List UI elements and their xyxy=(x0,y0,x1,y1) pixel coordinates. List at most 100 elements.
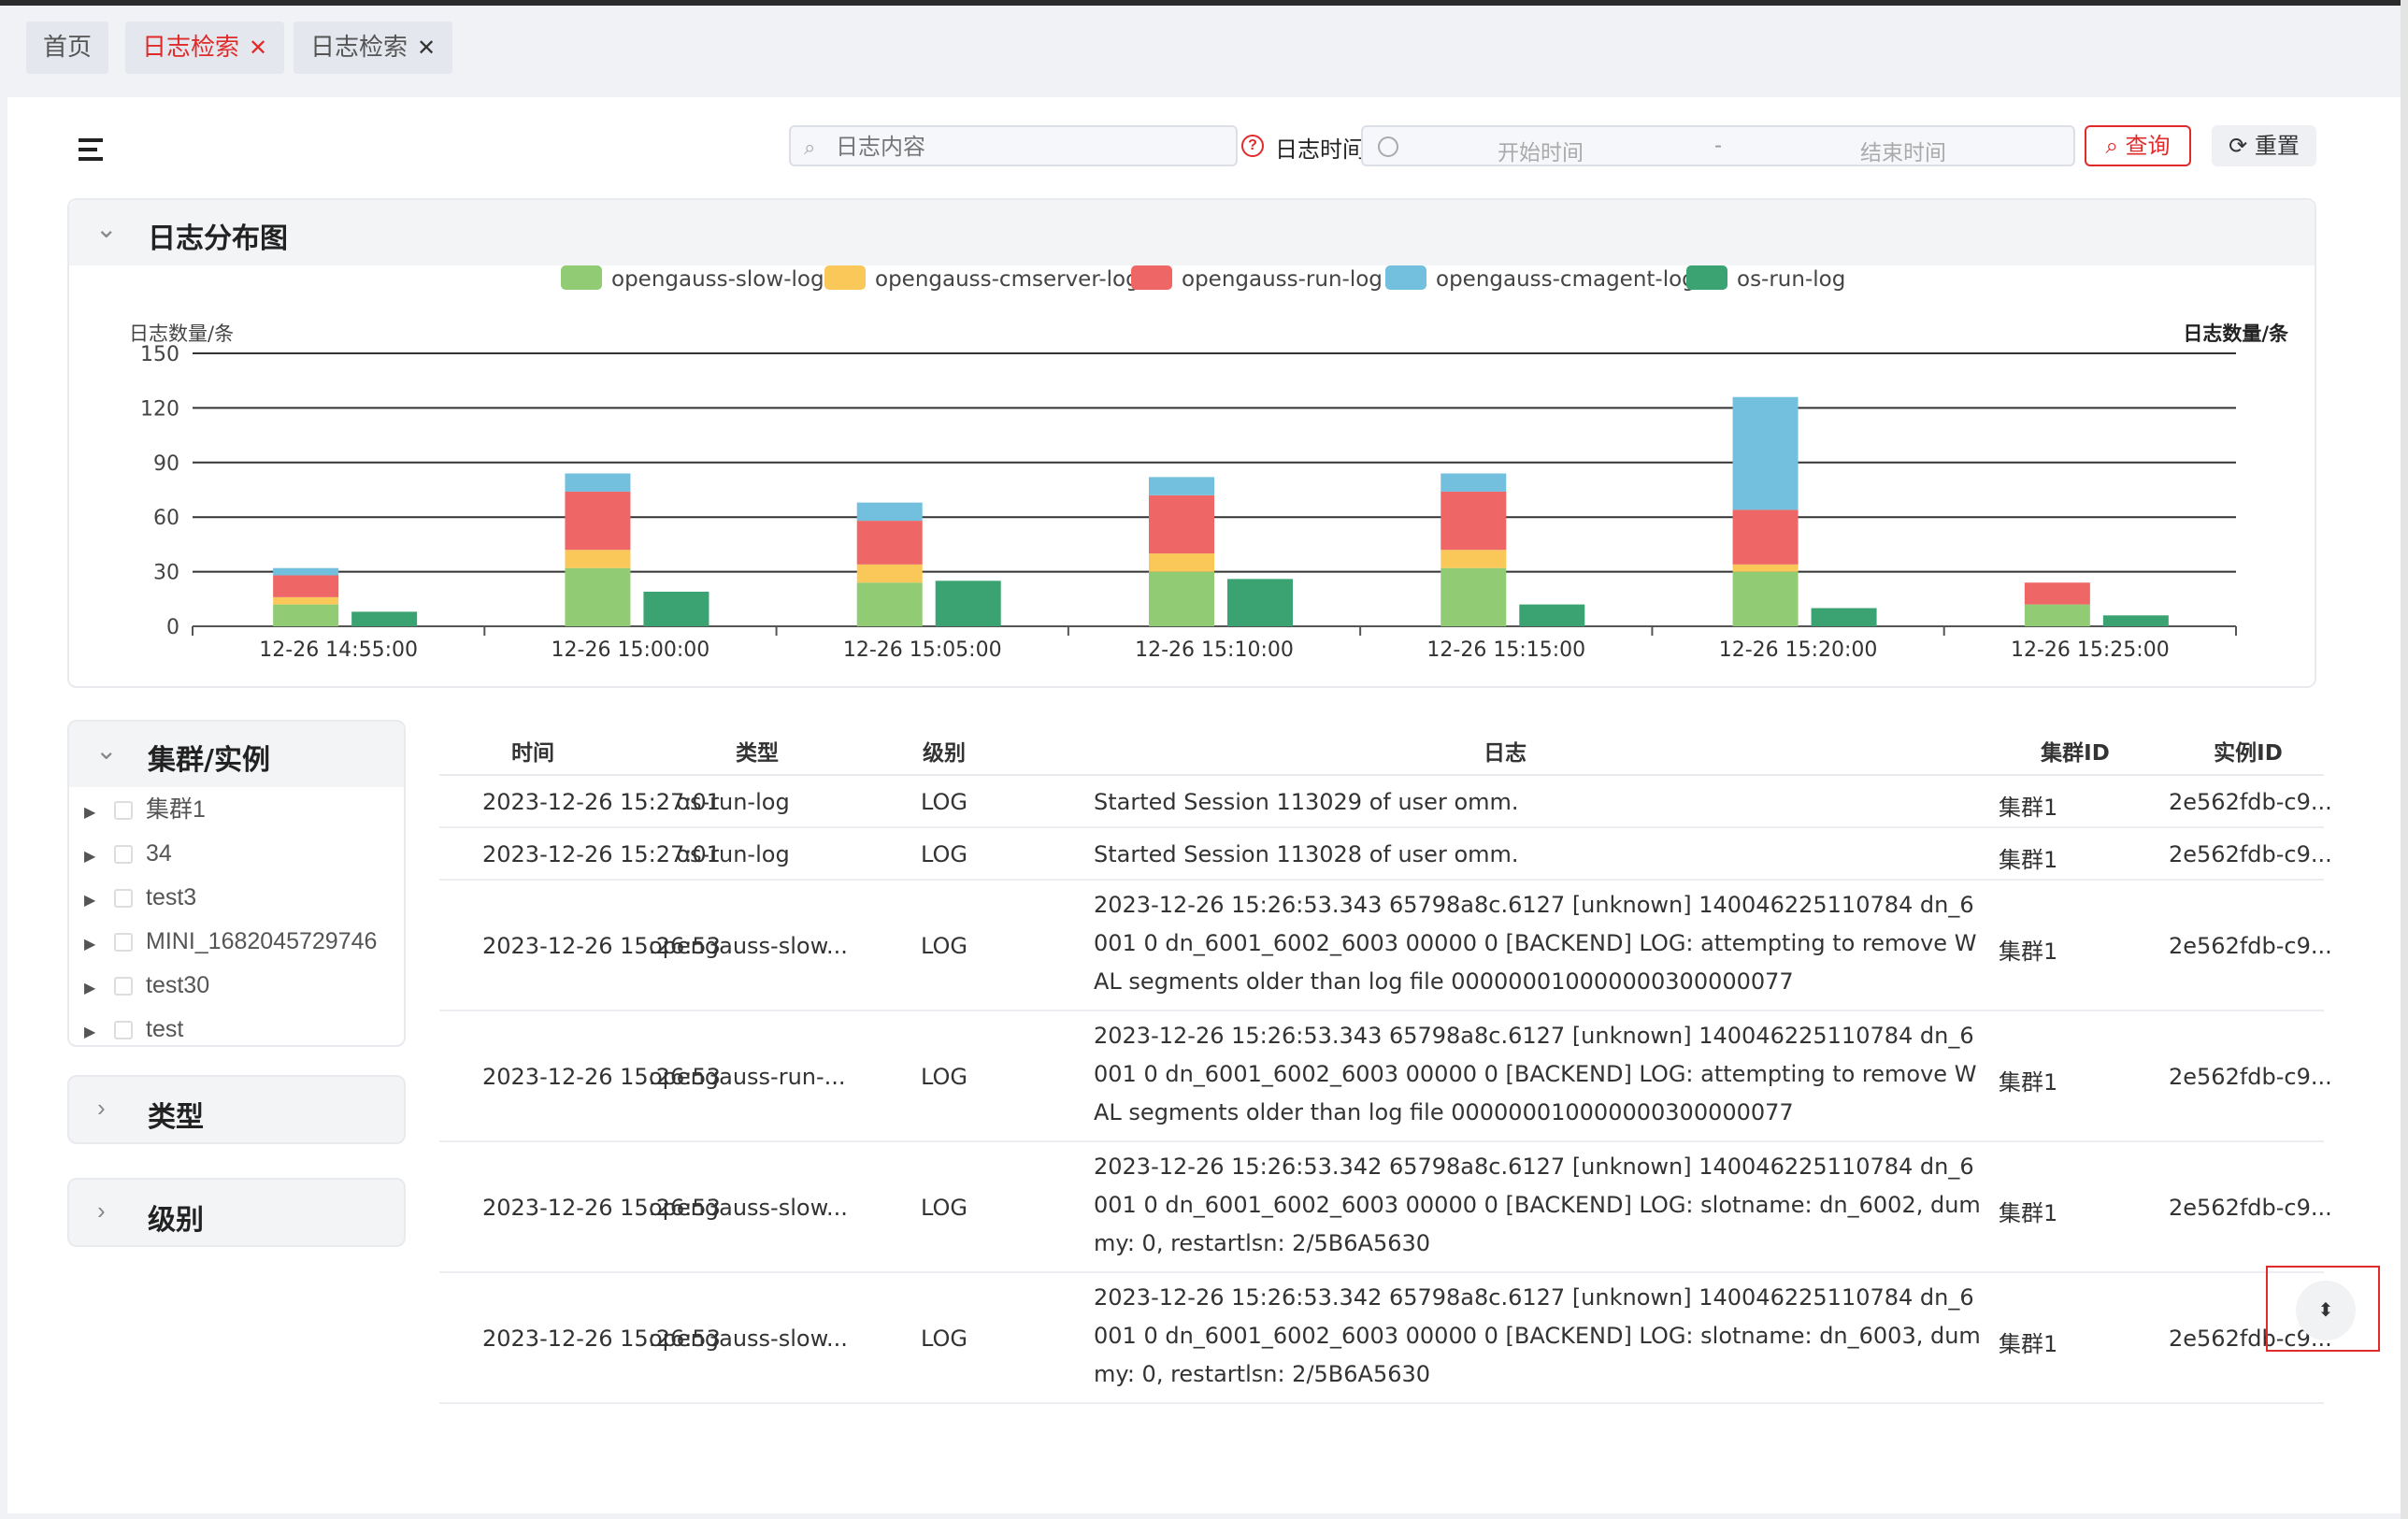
column-instance-id[interactable]: 实例ID xyxy=(2197,735,2300,767)
scrollbar[interactable] xyxy=(2401,0,2408,1519)
caret-right-icon[interactable]: ▶ xyxy=(84,882,105,920)
caret-right-icon[interactable]: ▶ xyxy=(84,838,105,876)
close-icon[interactable]: ✕ xyxy=(417,35,436,61)
table-row[interactable]: 2023-12-26 15:27:01 os-run-log LOG Started … xyxy=(439,828,2332,881)
query-button[interactable]: ⌕ 查询 xyxy=(2085,125,2191,166)
close-icon[interactable]: ✕ xyxy=(249,35,267,61)
search-input[interactable] xyxy=(836,133,1228,161)
checkbox[interactable] xyxy=(114,1021,133,1040)
search-icon: ⌕ xyxy=(2105,133,2118,159)
cell-instance-id[interactable]: 2e562fdb-c9... xyxy=(2169,1064,2332,1090)
table-row[interactable]: 2023-12-26 15:26:53 opengauss-run-... LOG 2… xyxy=(439,1011,2332,1142)
level-filter-panel[interactable]: › 级别 xyxy=(67,1178,406,1247)
column-time[interactable]: 时间 xyxy=(467,735,598,767)
query-button-label: 查询 xyxy=(2125,133,2171,159)
caret-right-icon[interactable]: ▶ xyxy=(84,1014,105,1045)
help-circle-icon[interactable]: ? xyxy=(1241,135,1264,157)
caret-right-icon[interactable]: ▶ xyxy=(84,970,105,1008)
checkbox[interactable] xyxy=(114,933,133,953)
tab-log-search-2[interactable]: 日志检索 ✕ xyxy=(294,21,453,74)
cell-instance-id[interactable]: 2e562fdb-c9... xyxy=(2169,841,2332,867)
tree-item[interactable]: ▶ MINI_1682045729746 xyxy=(84,923,377,960)
bar-segment xyxy=(1149,477,1214,495)
reset-button[interactable]: ⟳ 重置 xyxy=(2212,125,2316,166)
cell-type: opengauss-run-... xyxy=(439,1064,846,1090)
tree-item[interactable]: ▶ test xyxy=(84,1010,183,1045)
checkbox[interactable] xyxy=(114,801,133,821)
cell-log: Started Session 113028 of user omm. xyxy=(1094,841,1519,867)
bar-segment xyxy=(273,596,339,605)
cell-level: LOG xyxy=(920,841,968,867)
chevron-right-icon[interactable]: › xyxy=(97,1094,106,1123)
caret-right-icon[interactable]: ▶ xyxy=(84,795,105,832)
checkbox[interactable] xyxy=(114,845,133,865)
cell-cluster-id: 集群1 xyxy=(1999,939,2058,965)
sort-arrows-icon[interactable]: ⬍ xyxy=(2296,1281,2356,1340)
table-row[interactable]: 2023-12-26 15:26:53 opengauss-slow... LOG 2… xyxy=(439,881,2332,1011)
chevron-right-icon[interactable]: › xyxy=(97,1197,106,1225)
cell-instance-id[interactable]: 2e562fdb-c9... xyxy=(2169,789,2332,815)
x-tick-label: 12-26 15:10:00 xyxy=(1135,638,1294,662)
cell-log: 2023-12-26 15:26:53.343 65798a8c.6127 [u… xyxy=(1094,1023,1977,1125)
legend-swatch xyxy=(1131,265,1172,290)
panel-header[interactable]: ⌄ 集群/实例 xyxy=(69,722,404,787)
cell-type: opengauss-slow... xyxy=(439,933,848,959)
tab-home[interactable]: 首页 xyxy=(26,21,109,74)
cell-log: 2023-12-26 15:26:53.342 65798a8c.6127 [u… xyxy=(1094,1154,1981,1256)
cell-level: LOG xyxy=(920,1195,968,1221)
table-row[interactable]: 2023-12-26 15:26:53 opengauss-slow... LOG 2… xyxy=(439,1142,2332,1273)
bar-segment xyxy=(1440,491,1507,551)
type-filter-panel[interactable]: › 类型 xyxy=(67,1075,406,1144)
bar-segment xyxy=(1732,571,1799,626)
bar-segment xyxy=(565,567,631,626)
x-tick-label: 12-26 15:00:00 xyxy=(552,638,710,662)
bar xyxy=(1811,608,1877,626)
tree-item[interactable]: ▶ 集群1 xyxy=(84,791,206,828)
x-tick-label: 12-26 15:05:00 xyxy=(843,638,1002,662)
tab-bar: 首页 日志检索 ✕ 日志检索 ✕ xyxy=(0,6,2408,84)
caret-right-icon[interactable]: ▶ xyxy=(84,926,105,964)
end-time-input[interactable]: 结束时间 xyxy=(1860,135,1946,166)
start-time-input[interactable]: 开始时间 xyxy=(1498,135,1584,166)
tree-item-label: 集群1 xyxy=(146,796,206,823)
bar-segment xyxy=(273,567,339,576)
tree-item[interactable]: ▶ 34 xyxy=(84,835,172,872)
bar-segment xyxy=(1732,396,1799,510)
checkbox[interactable] xyxy=(114,889,133,909)
bar-segment xyxy=(1732,509,1799,565)
cell-type: os-run-log xyxy=(439,841,817,867)
tab-log-search-1[interactable]: 日志检索 ✕ xyxy=(125,21,285,74)
column-type[interactable]: 类型 xyxy=(701,735,813,767)
cell-type: opengauss-slow... xyxy=(439,1326,848,1352)
cell-log: 2023-12-26 15:26:53.343 65798a8c.6127 [u… xyxy=(1094,892,1977,995)
time-label: 日志时间 xyxy=(1275,136,1365,163)
column-cluster-id[interactable]: 集群ID xyxy=(2019,735,2131,767)
column-level[interactable]: 级别 xyxy=(907,735,982,767)
column-log[interactable]: 日志 xyxy=(1458,735,1552,767)
cell-type-text: opengauss-slow... xyxy=(649,1326,848,1352)
checkbox[interactable] xyxy=(114,977,133,996)
bar xyxy=(1519,604,1585,626)
chevron-down-icon[interactable]: ⌄ xyxy=(95,213,117,244)
panel-title: 集群/实例 xyxy=(148,744,270,777)
y-tick-label: 90 xyxy=(153,452,179,476)
cell-level: LOG xyxy=(920,789,968,815)
log-content-search[interactable]: ⌕ xyxy=(789,125,1238,166)
tree-item[interactable]: ▶ test30 xyxy=(84,967,209,1004)
chevron-down-icon[interactable]: ⌄ xyxy=(95,735,117,766)
bar-segment xyxy=(1149,494,1214,554)
cell-instance-id[interactable]: 2e562fdb-c9... xyxy=(2169,1195,2332,1221)
x-tick-label: 12-26 15:15:00 xyxy=(1426,638,1585,662)
table-row[interactable]: 2023-12-26 15:27:01 os-run-log LOG Started … xyxy=(439,776,2332,828)
tree-item[interactable]: ▶ test3 xyxy=(84,879,196,916)
main-content: ⌕ ? 日志时间 开始时间 - 结束时间 ⌕ 查询 ⟳ 重置 ⌄ 日志分布图 o… xyxy=(7,97,2401,1513)
time-range-picker[interactable]: 开始时间 - 结束时间 xyxy=(1361,125,2075,166)
cell-type: opengauss-slow... xyxy=(439,1195,848,1221)
panel-header[interactable]: ⌄ 日志分布图 xyxy=(69,200,2315,265)
table-row[interactable]: 2023-12-26 15:26:53 opengauss-slow... LOG 2… xyxy=(439,1273,2332,1404)
cell-cluster-id: 集群1 xyxy=(1999,1069,2058,1096)
hamburger-icon[interactable] xyxy=(71,133,112,166)
y-tick-label: 150 xyxy=(140,343,179,366)
cell-type-text: opengauss-slow... xyxy=(649,933,848,959)
cell-instance-id[interactable]: 2e562fdb-c9... xyxy=(2169,933,2332,959)
